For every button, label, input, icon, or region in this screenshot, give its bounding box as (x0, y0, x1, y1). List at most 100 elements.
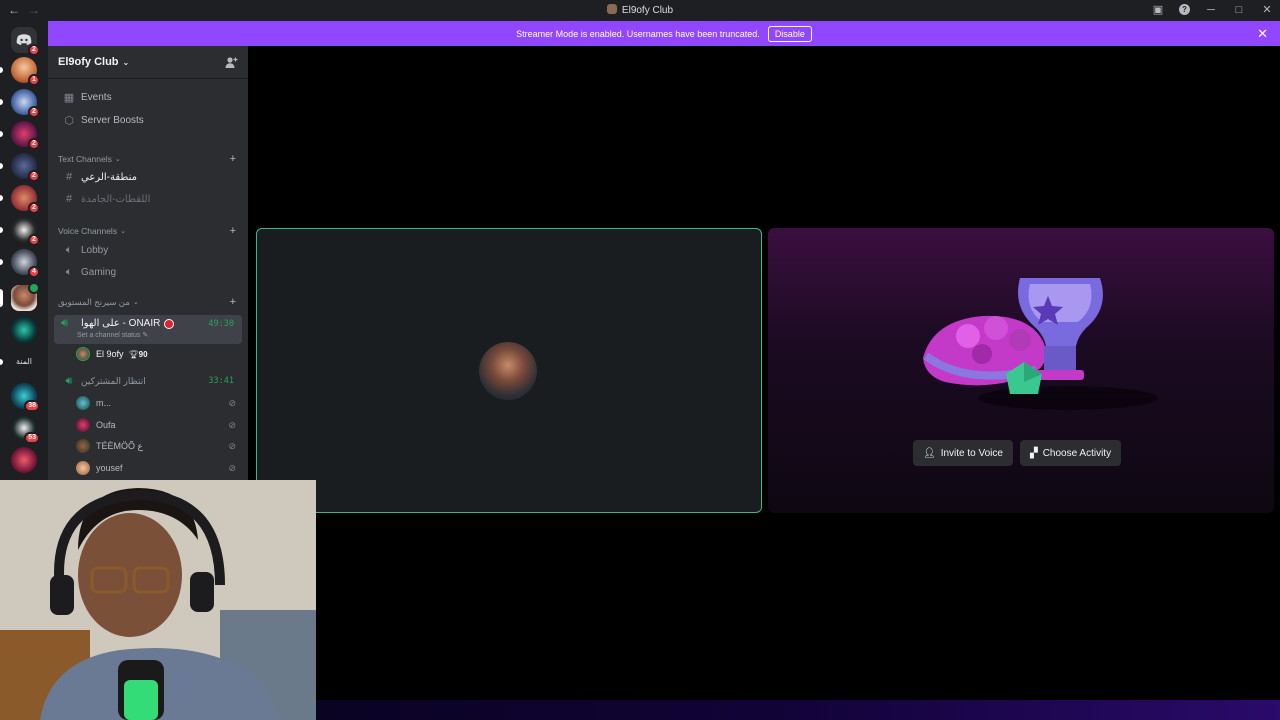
webcam-overlay (0, 480, 316, 720)
category-voice-channels[interactable]: Voice Channels ⌄ + (58, 224, 242, 238)
direct-messages-button[interactable]: 2 (11, 27, 40, 56)
maximize-button[interactable]: □ (1232, 4, 1246, 16)
avatar (76, 396, 90, 410)
server-badge: 4 (28, 266, 40, 278)
boost-icon: ⬡ (64, 114, 74, 127)
participant-tile[interactable] (256, 228, 762, 513)
server-icon-11[interactable] (11, 447, 37, 473)
server-badge: 2 (28, 234, 40, 246)
active-voice-channel[interactable]: 🔊︎ على الهوا - ONAIR 49:30 Set a channel… (54, 315, 242, 344)
voice-user[interactable]: m... ⊘ (76, 394, 242, 412)
calendar-icon: ▦ (63, 91, 75, 104)
server-icon-3[interactable]: 2 (11, 121, 40, 150)
voice-channel-lobby[interactable]: 🔈︎ Lobby (54, 240, 242, 260)
server-badge: 2 (28, 170, 40, 182)
avatar (479, 342, 537, 400)
close-icon[interactable]: ✕ (1257, 26, 1268, 42)
category-stream[interactable]: من سيرنج المستويق ⌄ + (58, 295, 242, 309)
add-channel-icon[interactable]: + (230, 296, 236, 308)
server-list: 2 1 2 2 2 2 2 4 المنة 38 53 (0, 21, 48, 480)
chevron-down-icon: ⌄ (122, 57, 130, 67)
add-user-icon: 👤︎ (923, 447, 936, 459)
channel-status[interactable]: Set a channel status ✎ (77, 331, 148, 339)
server-icon (606, 4, 617, 14)
server-icon-7[interactable]: 4 (11, 249, 40, 278)
server-badge: 38 (24, 400, 40, 412)
server-text-item[interactable]: المنة (11, 357, 37, 371)
server-icon-9[interactable]: 38 (11, 383, 40, 412)
unread-pill (0, 67, 3, 73)
channel-name: انتظار المشتركين (81, 375, 146, 386)
server-icon-6[interactable]: 2 (11, 217, 40, 246)
unread-pill (0, 227, 3, 233)
server-icon-2[interactable]: 2 (11, 89, 40, 118)
window-controls: ▣ ? ─ □ ✕ (1151, 3, 1274, 17)
add-member-icon[interactable] (225, 56, 238, 72)
server-badge: 53 (24, 432, 40, 444)
voice-user[interactable]: Oufa ⊘ (76, 416, 242, 434)
server-header[interactable]: El9ofy Club ⌄ (48, 46, 248, 79)
avatar (76, 347, 90, 361)
text-channel-2[interactable]: # اللقطات-الجامدة (54, 189, 242, 209)
close-window-button[interactable]: ✕ (1260, 3, 1274, 16)
chevron-down-icon: ⌄ (132, 299, 139, 306)
category-label: Voice Channels (58, 226, 118, 236)
window-titlebar: ← → El9ofy Club ▣ ? ─ □ ✕ (0, 0, 1280, 21)
category-text-channels[interactable]: Text Channels ⌄ + (58, 152, 242, 166)
mic-muted-icon: ⊘ (228, 397, 236, 408)
voice-channel-gaming[interactable]: 🔈︎ Gaming (54, 262, 242, 282)
voice-user[interactable]: TÉÈMÖÕ ع ⊘ (76, 437, 242, 455)
activity-tile: 👤︎ Invite to Voice ▞ Choose Activity (768, 228, 1274, 513)
voice-user[interactable]: El 9ofy 🏆︎ 90 (76, 345, 242, 363)
activity-illustration (923, 278, 1158, 410)
unread-pill (0, 163, 3, 169)
unread-pill (0, 259, 3, 265)
add-channel-icon[interactable]: + (230, 225, 236, 237)
channel-status-text: Set a channel status (77, 332, 141, 339)
choose-activity-label: Choose Activity (1042, 447, 1112, 459)
invite-to-voice-button[interactable]: 👤︎ Invite to Voice (913, 440, 1013, 466)
banner-message: Streamer Mode is enabled. Usernames have… (516, 28, 760, 39)
category-label: من سيرنج المستويق (58, 296, 130, 307)
add-channel-icon[interactable]: + (230, 153, 236, 165)
selected-pill (0, 289, 3, 307)
disable-streamer-mode-button[interactable]: Disable (767, 25, 812, 42)
events-item[interactable]: ▦ Events (54, 87, 242, 107)
trophy-icon: 🏆︎ (128, 349, 139, 359)
server-icon-10[interactable]: 53 (11, 415, 40, 444)
server-icon-el9ofy-club[interactable] (11, 282, 40, 311)
voice-active-icon (28, 282, 40, 294)
server-boosts-item[interactable]: ⬡ Server Boosts (54, 110, 242, 130)
choose-activity-button[interactable]: ▞ Choose Activity (1020, 440, 1122, 466)
inbox-icon[interactable]: ▣ (1151, 3, 1165, 16)
channel-name: اللقطات-الجامدة (81, 193, 151, 205)
channel-name: Gaming (81, 266, 117, 278)
help-icon[interactable]: ? (1179, 4, 1190, 15)
server-name: El9ofy Club (58, 56, 119, 68)
mic-muted-icon: ⊘ (228, 419, 236, 430)
server-icon-8[interactable] (11, 317, 37, 343)
channel-timer: 33:41 (208, 376, 234, 386)
hash-icon: # (65, 193, 73, 205)
server-icon-1[interactable]: 1 (11, 57, 40, 86)
streamer-mode-banner: Streamer Mode is enabled. Usernames have… (48, 21, 1280, 46)
channel-name: Lobby (81, 244, 109, 256)
voice-user[interactable]: yousef ⊘ (76, 459, 242, 477)
user-name: El 9ofy (96, 349, 124, 359)
speaker-live-icon: 🔊︎ (65, 374, 73, 387)
avatar (76, 461, 90, 475)
channel-name: منطقة-الرعي (81, 171, 137, 183)
unread-pill (0, 359, 3, 365)
server-badge: 2 (28, 138, 40, 150)
user-name: Oufa (96, 420, 116, 430)
minimize-button[interactable]: ─ (1204, 4, 1218, 16)
server-badge: 2 (28, 202, 40, 214)
events-label: Events (81, 91, 112, 103)
category-label: Text Channels (58, 154, 112, 164)
text-channel-1[interactable]: # منطقة-الرعي (54, 167, 242, 187)
server-icon-5[interactable]: 2 (11, 185, 40, 214)
channel-timer: 49:30 (208, 319, 234, 329)
server-icon-4[interactable]: 2 (11, 153, 40, 182)
avatar (76, 439, 90, 453)
voice-channel-waiting[interactable]: 🔊︎ انتظار المشتركين 33:41 (54, 371, 242, 391)
